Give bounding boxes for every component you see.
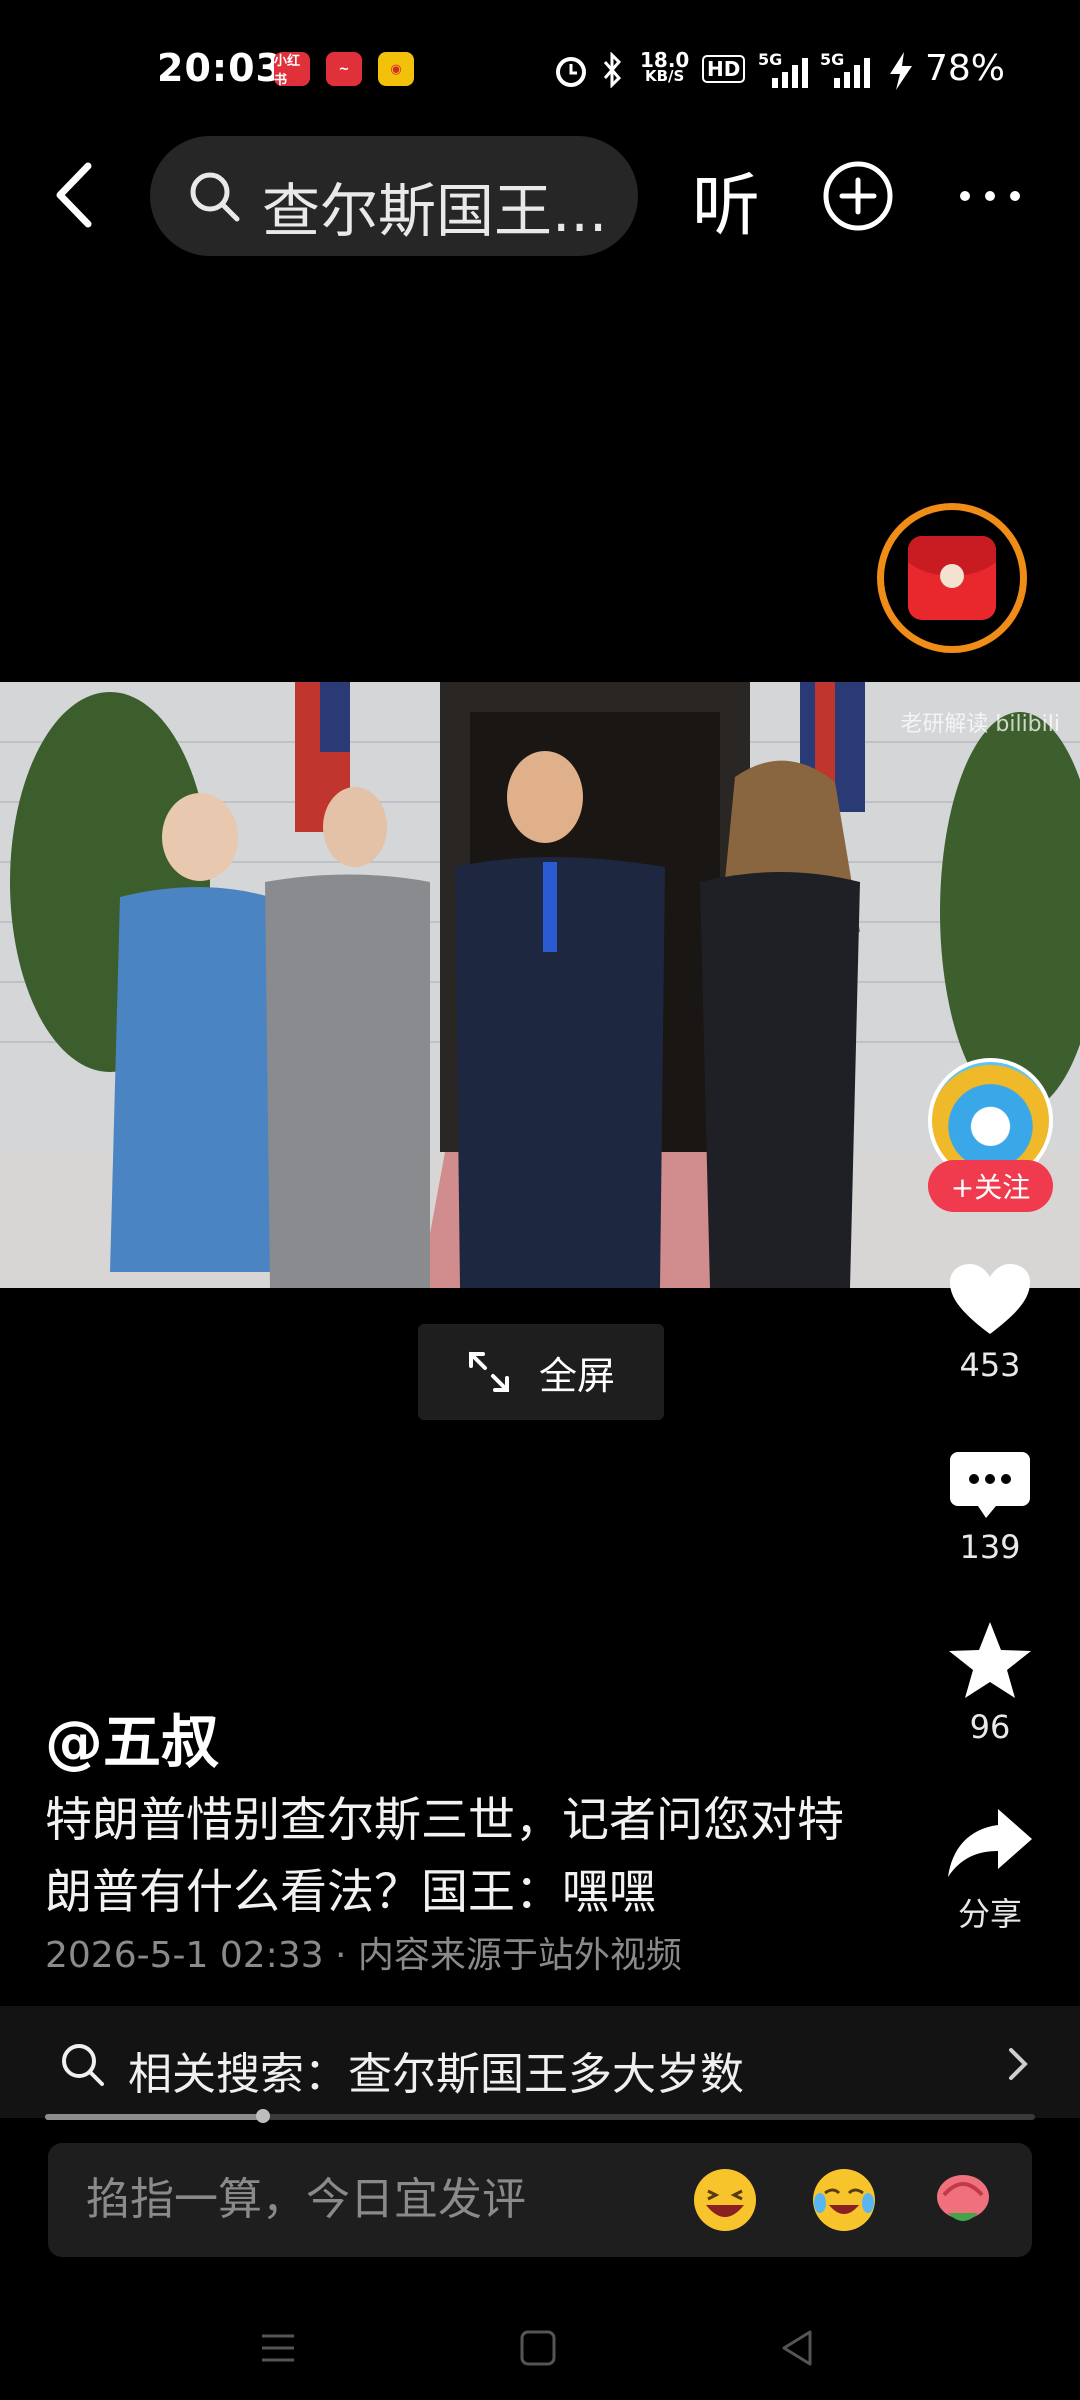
heart-icon [950,1264,1030,1334]
comment-input[interactable] [84,2173,708,2226]
search-icon [62,2044,104,2086]
video-progress-fill [45,2114,263,2120]
comment-count: 139 [959,1528,1021,1566]
share-icon [948,1809,1032,1877]
back-nav-icon[interactable] [778,2328,818,2368]
rose-emoji-icon[interactable] [930,2167,996,2233]
red-envelope-button[interactable] [877,503,1027,653]
laughing-emoji-icon[interactable] [692,2167,758,2233]
xiaohongshu-icon: 小红书 [274,52,310,88]
fullscreen-button[interactable]: 全屏 [418,1324,664,1420]
expand-icon [468,1352,509,1392]
favorite-count: 96 [969,1708,1011,1746]
more-options-icon[interactable] [955,160,1025,232]
network-speed: 18.0 KB/S [640,48,690,85]
like-action[interactable]: 453 [930,1262,1050,1384]
search-query: 查尔斯国王... [262,177,608,245]
red-app-icon: ~ [326,52,362,86]
bluetooth-icon [603,52,622,88]
menu-icon[interactable] [258,2328,298,2368]
status-bar: 20:03 小红书 ~ ◉ 18.0 KB/S HD 5G 5G 78% [0,0,1080,140]
search-icon [190,172,240,222]
search-bar[interactable]: 查尔斯国王... [150,136,638,256]
crying-laugh-emoji-icon[interactable] [811,2167,877,2233]
video-watermark: 老研解读 bilibili [900,712,1060,737]
post-description: 特朗普惜别查尔斯三世，记者问您对特朗普有什么看法？国王：嘿嘿 [45,1793,844,1920]
author-name[interactable]: @五叔 [45,1695,219,1779]
hd-badge: HD [702,55,746,83]
system-nav-bar [0,2290,1080,2400]
weibo-icon: ◉ [378,52,414,86]
red-envelope-icon [908,536,996,620]
alarm-icon [556,57,586,87]
like-count: 453 [959,1346,1021,1384]
battery-level: 78% [925,48,1006,89]
video-player[interactable]: 老研解读 bilibili [0,682,1080,1288]
listen-button[interactable]: 听 [692,150,760,249]
comment-box[interactable] [48,2143,1032,2257]
video-progress-handle[interactable] [255,2109,270,2123]
network-speed-value: 18.0 [640,48,690,72]
post-meta: 2026-5-1 02:33 · 内容来源于站外视频 [45,1935,682,1976]
add-icon[interactable] [822,160,894,232]
signal2-icon [834,58,870,88]
home-icon[interactable] [518,2328,558,2368]
comment-icon [950,1452,1030,1518]
share-action[interactable]: 分享 [930,1805,1050,1935]
favorite-action[interactable]: 96 [930,1620,1050,1746]
related-search-text: 相关搜索：查尔斯国王多大岁数 [128,2049,744,2100]
follow-button[interactable]: +关注 [928,1160,1053,1212]
status-time: 20:03 [157,46,283,90]
network-speed-unit: KB/S [645,67,685,85]
share-label: 分享 [957,1895,1022,1933]
related-search-bar[interactable]: 相关搜索：查尔斯国王多大岁数 [0,2006,1080,2118]
star-icon [949,1622,1031,1698]
fullscreen-label: 全屏 [538,1353,615,1398]
charging-icon [890,52,912,90]
signal1-icon [772,58,808,88]
video-frame [0,682,1080,1288]
chevron-right-icon [1009,2048,1028,2080]
comment-action[interactable]: 139 [930,1450,1050,1566]
back-arrow-icon[interactable] [48,160,108,230]
